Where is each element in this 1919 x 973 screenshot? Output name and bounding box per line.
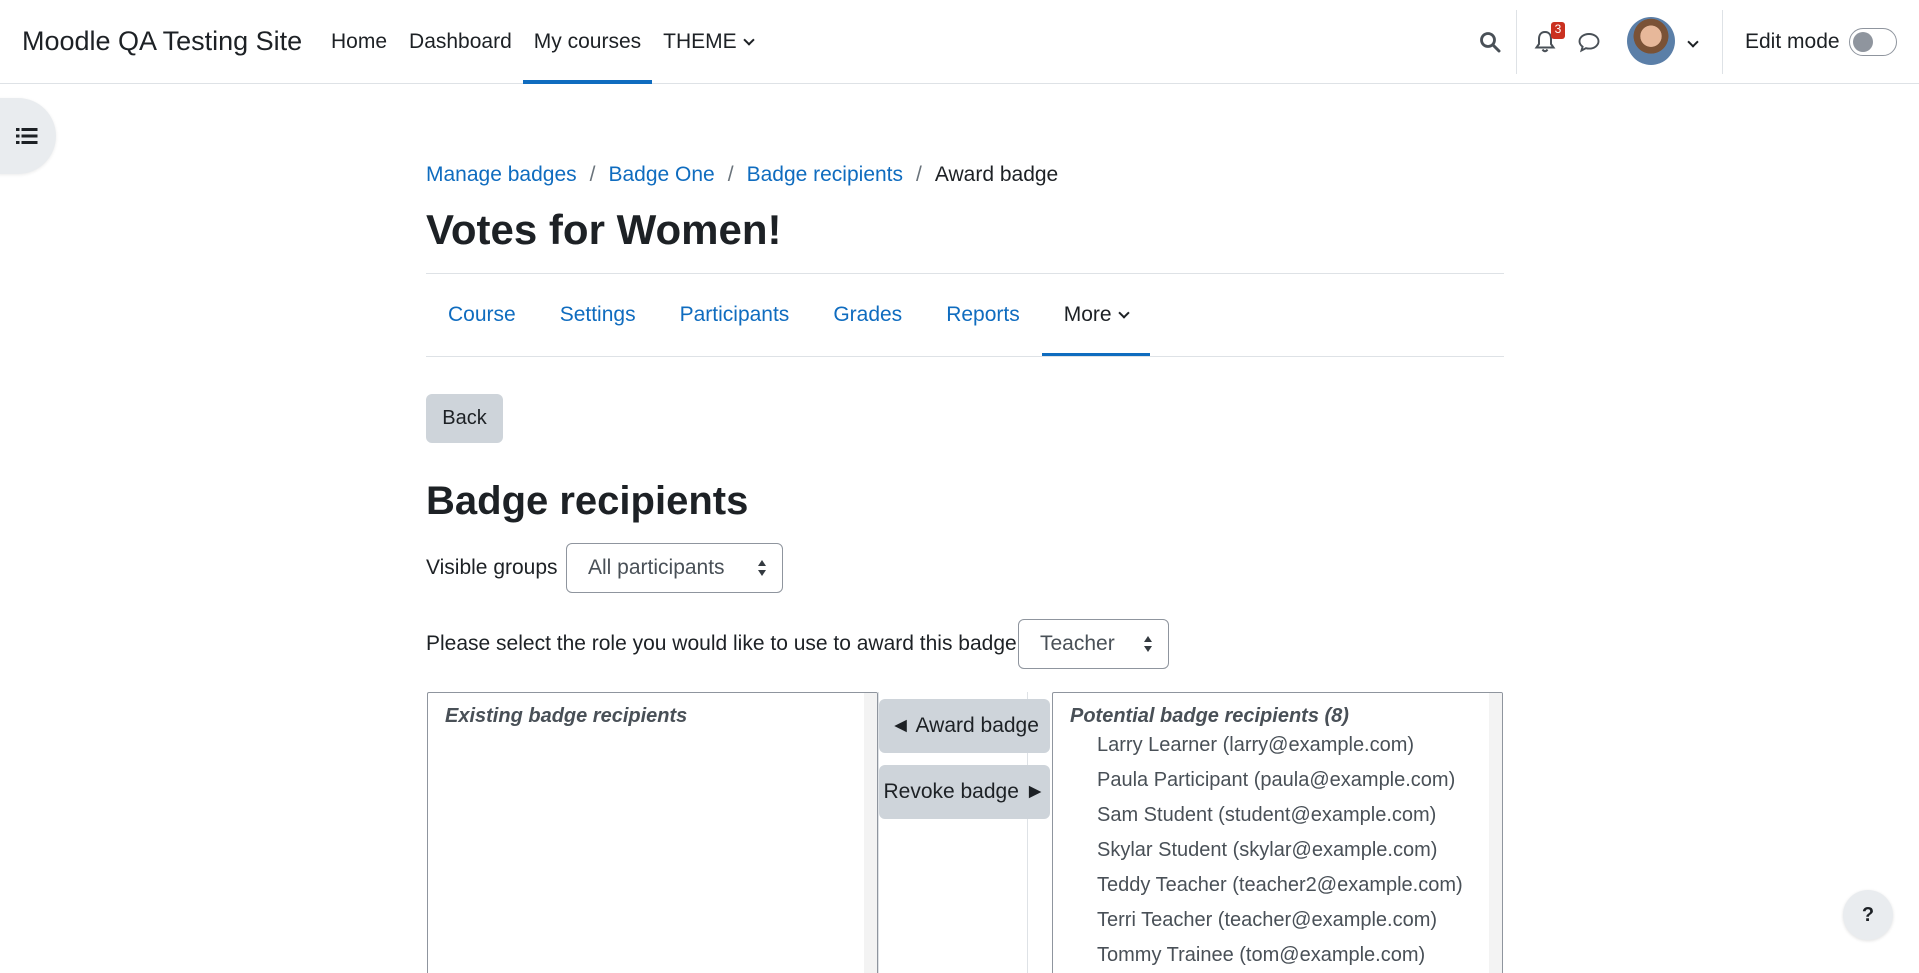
breadcrumb-separator: /: [589, 163, 596, 186]
breadcrumb-award-badge: Award badge: [934, 163, 1059, 186]
list-item[interactable]: Terri Teacher (teacher@example.com): [1053, 903, 1502, 938]
tab-more-dropdown[interactable]: More: [1041, 274, 1150, 357]
select-arrows-icon: [1143, 636, 1153, 652]
nav-my-courses[interactable]: My courses: [522, 0, 653, 84]
role-select[interactable]: Teacher: [1018, 619, 1169, 669]
list-item[interactable]: Skylar Student (skylar@example.com): [1053, 833, 1502, 868]
course-index-drawer-toggle[interactable]: [0, 98, 56, 174]
visible-groups-label: Visible groups: [426, 556, 558, 579]
section-title: Badge recipients: [426, 479, 749, 523]
visible-groups-select[interactable]: All participants: [566, 543, 783, 593]
list-item[interactable]: Sam Student (student@example.com): [1053, 798, 1502, 833]
tab-reports[interactable]: Reports: [924, 274, 1042, 356]
breadcrumb-badge-recipients[interactable]: Badge recipients: [747, 163, 903, 187]
breadcrumb-badge-one[interactable]: Badge One: [608, 163, 714, 187]
secondary-nav: Course Settings Participants Grades Repo…: [426, 274, 1150, 357]
navbar-divider: [1516, 10, 1517, 74]
scrollbar[interactable]: [864, 693, 877, 973]
primary-nav: Home Dashboard My courses THEME: [320, 0, 764, 84]
nav-theme-dropdown[interactable]: THEME: [652, 0, 764, 84]
list-item[interactable]: Tommy Trainee (tom@example.com): [1053, 938, 1502, 973]
tab-more-label: More: [1063, 303, 1112, 326]
award-badge-button[interactable]: ◄ Award badge: [879, 699, 1050, 753]
breadcrumb-separator: /: [916, 163, 922, 186]
tab-settings[interactable]: Settings: [538, 274, 658, 356]
breadcrumb-separator: /: [727, 163, 734, 186]
breadcrumb-manage-badges[interactable]: Manage badges: [426, 163, 577, 187]
nav-theme-label: THEME: [663, 30, 737, 53]
potential-recipients-listbox[interactable]: Potential badge recipients (8) Larry Lea…: [1052, 692, 1503, 973]
tab-course[interactable]: Course: [426, 274, 538, 356]
tab-reports-label: Reports: [946, 303, 1020, 326]
tab-grades-label: Grades: [833, 303, 903, 326]
divider: [426, 356, 1504, 357]
visible-groups-value: All participants: [588, 556, 725, 579]
nav-home[interactable]: Home: [320, 0, 398, 84]
list-item[interactable]: Paula Participant (paula@example.com): [1053, 763, 1502, 798]
list-item[interactable]: Larry Learner (larry@example.com): [1053, 728, 1502, 763]
edit-mode-label: Edit mode: [1745, 30, 1840, 53]
revoke-badge-button[interactable]: Revoke badge ►: [879, 765, 1050, 819]
role-select-label: Please select the role you would like to…: [426, 632, 1023, 655]
existing-recipients-listbox[interactable]: Existing badge recipients: [427, 692, 878, 973]
notification-count-badge: 3: [1551, 22, 1565, 39]
list-icon: [16, 128, 38, 144]
chevron-down-icon: [742, 33, 755, 46]
scrollbar[interactable]: [1489, 693, 1502, 973]
nav-my-courses-label: My courses: [533, 30, 642, 53]
chevron-down-icon: [1117, 306, 1130, 319]
tab-grades[interactable]: Grades: [811, 274, 924, 356]
help-button[interactable]: ?: [1843, 890, 1893, 940]
top-navbar: Moodle QA Testing Site Home Dashboard My…: [0, 0, 1919, 84]
user-avatar[interactable]: [1627, 17, 1675, 65]
existing-recipients-group-label: Existing badge recipients: [445, 705, 688, 727]
navbar-divider: [1722, 10, 1723, 74]
select-arrows-icon: [757, 560, 767, 576]
nav-dashboard[interactable]: Dashboard: [398, 0, 523, 84]
tab-participants-label: Participants: [679, 303, 790, 326]
back-button[interactable]: Back: [426, 394, 503, 443]
potential-recipients-group-label: Potential badge recipients (8): [1070, 705, 1349, 727]
role-select-value: Teacher: [1040, 632, 1115, 655]
breadcrumb: Manage badges / Badge One / Badge recipi…: [426, 163, 1058, 187]
tab-settings-label: Settings: [559, 303, 636, 326]
user-menu-chevron-down-icon[interactable]: [1687, 36, 1699, 48]
messages-chat-icon[interactable]: [1572, 22, 1606, 62]
list-item[interactable]: Teddy Teacher (teacher2@example.com): [1053, 868, 1502, 903]
site-name[interactable]: Moodle QA Testing Site: [22, 26, 302, 57]
search-icon[interactable]: [1470, 22, 1510, 62]
tab-course-label: Course: [448, 303, 516, 326]
nav-dashboard-label: Dashboard: [409, 30, 512, 53]
nav-home-label: Home: [331, 30, 388, 53]
page-title: Votes for Women!: [426, 206, 782, 253]
tab-participants[interactable]: Participants: [658, 274, 812, 356]
edit-mode-toggle[interactable]: [1849, 28, 1897, 56]
